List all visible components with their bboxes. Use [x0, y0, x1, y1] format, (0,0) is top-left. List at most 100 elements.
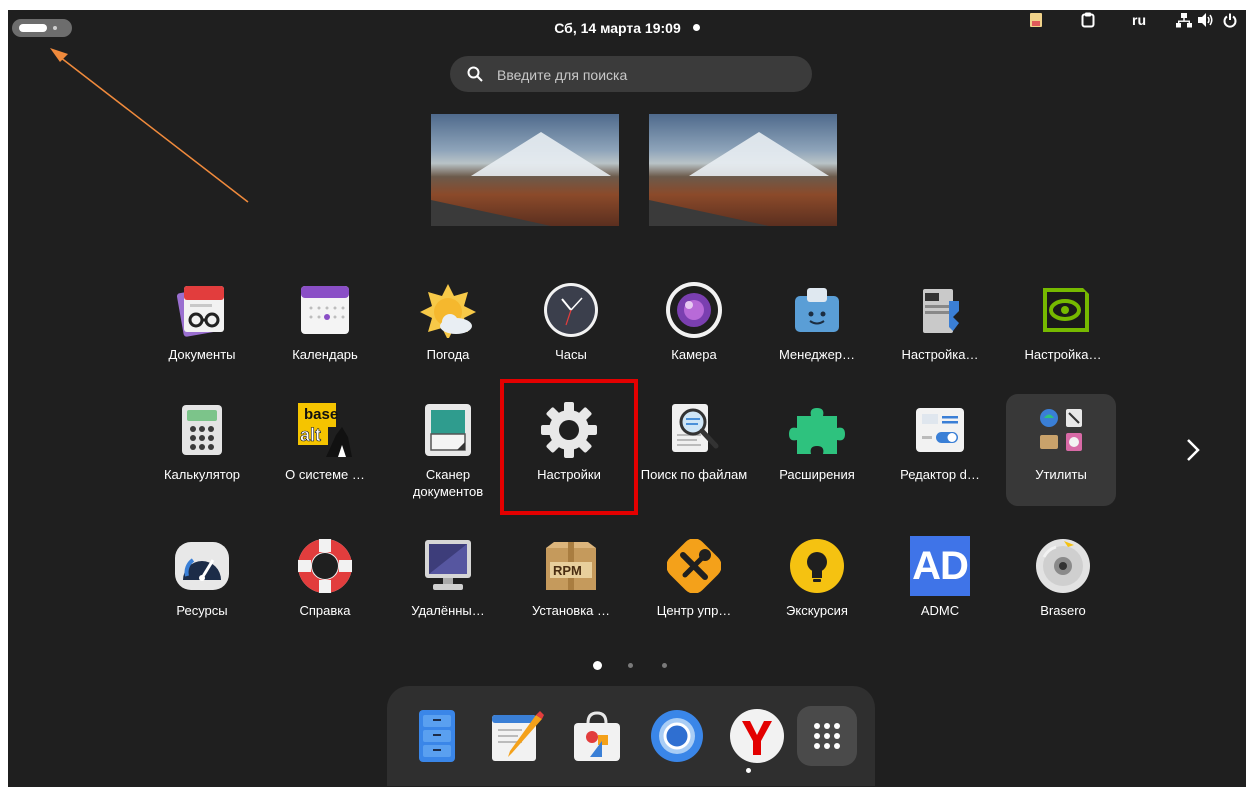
app-label: Установка … — [531, 603, 611, 618]
app-manager[interactable]: Менеджер… — [762, 274, 872, 386]
camera-icon — [664, 280, 724, 340]
dock-software-store[interactable] — [567, 706, 627, 766]
calendar-icon — [295, 280, 355, 340]
show-apps-button[interactable] — [797, 706, 857, 766]
admc-icon: AD — [910, 536, 970, 596]
app-documents[interactable]: Документы — [147, 274, 257, 386]
dock-chromium[interactable] — [647, 706, 707, 766]
app-file-search[interactable]: Поиск по файлам — [639, 394, 749, 506]
app-label: О системе … — [285, 467, 365, 482]
manager-icon — [787, 280, 847, 340]
app-control-center[interactable]: Центр упр… — [639, 530, 749, 642]
next-page-button[interactable] — [1178, 430, 1208, 470]
app-label: Менеджер… — [778, 347, 856, 362]
brasero-disc-icon — [1033, 536, 1093, 596]
workspace-wallpaper — [689, 132, 829, 176]
annotation-arrow — [50, 48, 249, 203]
app-extensions[interactable]: Расширения — [762, 394, 872, 506]
text-editor-icon — [492, 711, 544, 761]
help-lifebuoy-icon — [295, 536, 355, 596]
app-label: Удалённы… — [411, 603, 485, 618]
app-label: Календарь — [292, 347, 358, 362]
workspace-wallpaper-road — [431, 200, 551, 226]
desktop-overview: Сб, 14 марта 19:09 ru Введите для поиска… — [8, 10, 1246, 787]
app-grid-icon — [814, 723, 840, 749]
keyboard-layout-label: ru — [1132, 12, 1146, 28]
app-document-scanner[interactable]: Сканер документов — [393, 394, 503, 506]
control-center-icon — [664, 536, 724, 596]
app-label: Brasero — [1040, 603, 1086, 618]
utilities-folder-icon — [1031, 400, 1091, 460]
app-camera[interactable]: Камера — [639, 274, 749, 386]
basealt-logo-text-2: alt — [300, 425, 321, 445]
nvidia-settings-icon — [1033, 280, 1093, 340]
datetime-label: Сб, 14 марта 19:09 — [554, 20, 681, 36]
app-admc[interactable]: AD ADMC — [885, 530, 995, 642]
dock-text-editor[interactable] — [487, 706, 547, 766]
dock — [387, 686, 875, 786]
clipboard-notes-icon[interactable] — [1026, 10, 1046, 30]
rpm-package-icon: RPM — [541, 536, 601, 596]
power-icon[interactable] — [1220, 10, 1240, 30]
folder-utilities[interactable]: Утилиты — [1006, 394, 1116, 506]
remote-desktop-icon — [418, 536, 478, 596]
app-label: Расширения — [779, 467, 855, 482]
clock-icon — [541, 280, 601, 340]
page-dot-2[interactable] — [628, 663, 633, 668]
app-calculator[interactable]: Калькулятор — [147, 394, 257, 506]
app-brasero[interactable]: Brasero — [1008, 530, 1118, 642]
chromium-icon — [651, 710, 703, 762]
keyboard-layout-indicator[interactable]: ru — [1127, 10, 1151, 30]
search-bar[interactable] — [450, 56, 812, 94]
page-indicator — [8, 660, 1246, 672]
app-label: Калькулятор — [163, 467, 241, 482]
app-clocks[interactable]: Часы — [516, 274, 626, 386]
app-label: Редактор d… — [900, 467, 980, 482]
rpm-icon-text: RPM — [553, 563, 582, 578]
printer-settings-icon — [910, 280, 970, 340]
extensions-puzzle-icon — [787, 400, 847, 460]
app-resources[interactable]: Ресурсы — [147, 530, 257, 642]
app-calendar[interactable]: Календарь — [270, 274, 380, 386]
app-label: Экскурсия — [786, 603, 848, 618]
store-bag-icon — [574, 711, 620, 761]
app-label: Утилиты — [1035, 467, 1087, 482]
app-label: Поиск по файлам — [640, 467, 748, 482]
dock-files[interactable] — [407, 706, 467, 766]
chevron-right-icon — [1187, 439, 1200, 461]
app-label: Справка — [299, 603, 351, 618]
app-label: Документы — [168, 347, 236, 362]
app-remote-desktop[interactable]: Удалённы… — [393, 530, 503, 642]
app-about-system[interactable]: base alt О системе … — [270, 394, 380, 506]
tour-lightbulb-icon — [787, 536, 847, 596]
file-search-icon — [664, 400, 724, 460]
app-nvidia-settings[interactable]: Настройка… — [1008, 274, 1118, 386]
workspace-thumbnail-2[interactable] — [649, 114, 837, 226]
app-rpm-installer[interactable]: RPM Установка … — [516, 530, 626, 642]
app-printer-settings[interactable]: Настройка… — [885, 274, 995, 386]
app-label: Настройка… — [1024, 347, 1102, 362]
yandex-icon — [730, 709, 784, 763]
scanner-icon — [418, 400, 478, 460]
network-icon[interactable] — [1174, 10, 1194, 30]
basealt-logo-text-1: base — [304, 406, 338, 423]
weather-icon — [418, 280, 478, 340]
workspace-wallpaper-road — [649, 200, 769, 226]
files-cabinet-icon — [419, 710, 455, 762]
page-dot-3[interactable] — [662, 663, 667, 668]
clipboard-icon[interactable] — [1078, 10, 1098, 30]
page-dot-1[interactable] — [593, 661, 602, 670]
calculator-icon — [172, 400, 232, 460]
volume-icon[interactable] — [1196, 10, 1216, 30]
dock-yandex-browser[interactable] — [727, 706, 787, 766]
workspace-wallpaper — [471, 132, 611, 176]
workspace-thumbnail-1[interactable] — [431, 114, 619, 226]
app-dconf-editor[interactable]: Редактор d… — [885, 394, 995, 506]
search-input[interactable] — [495, 56, 799, 94]
app-help[interactable]: Справка — [270, 530, 380, 642]
app-label: Центр упр… — [656, 603, 732, 618]
basealt-icon: base alt — [295, 400, 355, 460]
app-label: ADMC — [920, 603, 960, 618]
app-tour[interactable]: Экскурсия — [762, 530, 872, 642]
app-weather[interactable]: Погода — [393, 274, 503, 386]
